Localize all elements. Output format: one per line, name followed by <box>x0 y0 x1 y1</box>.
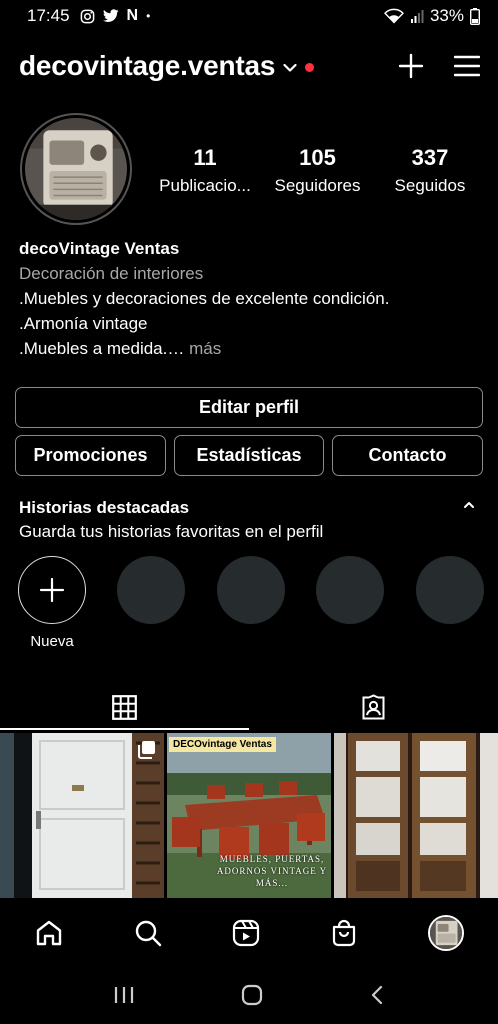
tagged-user-icon <box>362 693 385 719</box>
avatar <box>25 118 127 220</box>
profile-stats: 11 Publicacio... 105 Seguidores 337 Segu… <box>150 145 485 201</box>
header-actions <box>398 53 480 79</box>
highlights-title: Historias destacadas <box>19 498 190 517</box>
profile-category: Decoración de interiores <box>19 264 204 283</box>
recent-apps-icon[interactable] <box>113 985 135 1005</box>
shop-icon[interactable] <box>329 918 359 948</box>
system-navigation-bar <box>0 966 498 1024</box>
notification-dot <box>305 63 315 72</box>
bio-line: .Armonía vintage <box>19 314 148 333</box>
avatar <box>429 917 462 949</box>
profile-header: decovintage.ventas <box>0 38 498 94</box>
create-plus-icon[interactable] <box>398 53 424 79</box>
highlight-placeholder <box>316 556 384 624</box>
active-tab-indicator <box>0 728 249 730</box>
tab-tagged[interactable] <box>249 684 498 730</box>
home-button-icon[interactable] <box>241 984 263 1006</box>
battery-icon <box>470 7 480 25</box>
status-bar: 17:45 N • 33% <box>0 0 498 32</box>
contact-button[interactable]: Contacto <box>332 435 483 476</box>
wifi-icon <box>383 8 404 24</box>
stat-value: 11 <box>193 145 217 170</box>
chevron-down-icon[interactable] <box>283 63 297 73</box>
bio-more-link[interactable]: más <box>189 339 221 358</box>
status-time: 17:45 <box>27 6 70 25</box>
post-thumbnail-doors[interactable] <box>334 733 498 898</box>
stat-posts[interactable]: 11 Publicacio... <box>150 145 260 201</box>
posts-grid: DECOvintage Ventas MUEBLES, PUERTAS, ADO… <box>0 733 498 898</box>
display-name: decoVintage Ventas <box>19 239 180 258</box>
post-caption-label: MUEBLES, PUERTAS, ADORNOS VINTAGE Y MÁS.… <box>216 854 328 888</box>
stat-label: Publicacio... <box>159 176 251 195</box>
grid-icon <box>112 694 137 720</box>
instagram-icon <box>80 9 94 23</box>
chevron-up-icon[interactable] <box>462 500 476 510</box>
signal-icon <box>410 10 424 23</box>
statistics-button[interactable]: Estadísticas <box>174 435 324 476</box>
battery-percent: 33% <box>429 6 464 25</box>
carousel-icon <box>138 741 155 759</box>
highlight-placeholder <box>117 556 185 624</box>
menu-icon[interactable] <box>454 55 480 77</box>
profile-bio: decoVintage Ventas Decoración de interio… <box>19 236 479 361</box>
promotions-button[interactable]: Promociones <box>15 435 166 476</box>
profile-avatar-ring[interactable] <box>20 113 132 225</box>
reels-icon[interactable] <box>231 918 261 948</box>
bio-line: .Muebles y decoraciones de excelente con… <box>19 289 390 308</box>
highlight-placeholder <box>217 556 285 624</box>
bio-line: .Muebles a medida.… <box>19 339 185 358</box>
avatar-vintage-radio-photo <box>25 118 127 220</box>
twitter-icon <box>102 9 119 23</box>
back-icon[interactable] <box>369 984 385 1006</box>
post-image <box>334 733 498 898</box>
search-icon[interactable] <box>133 918 163 948</box>
stat-value: 105 <box>299 145 336 170</box>
highlight-placeholder <box>416 556 484 624</box>
plus-icon <box>39 577 65 603</box>
stat-label: Seguidores <box>274 176 361 195</box>
highlights-subtitle: Guarda tus historias favoritas en el per… <box>19 522 324 541</box>
home-icon[interactable] <box>34 918 64 948</box>
new-highlight-label: Nueva <box>30 633 74 650</box>
bottom-navigation <box>0 900 498 966</box>
post-thumbnail-garden-furniture[interactable]: DECOvintage Ventas MUEBLES, PUERTAS, ADO… <box>167 733 331 898</box>
netflix-icon: N <box>126 7 139 24</box>
stat-label: Seguidos <box>394 176 466 195</box>
more-notifications-dot-icon: • <box>146 9 151 23</box>
status-notification-icons: N • <box>80 7 151 25</box>
stat-value: 337 <box>411 145 449 170</box>
status-right: 33% <box>383 6 480 26</box>
stat-following[interactable]: 337 Seguidos <box>375 145 485 201</box>
new-highlight-button[interactable] <box>18 556 86 624</box>
edit-profile-button[interactable]: Editar perfil <box>15 387 483 428</box>
profile-tab-avatar[interactable] <box>427 915 464 951</box>
stat-followers[interactable]: 105 Seguidores <box>263 145 373 201</box>
post-banner-label: DECOvintage Ventas <box>169 737 276 752</box>
post-thumbnail-door[interactable] <box>0 733 164 898</box>
tab-posts-grid[interactable] <box>0 684 249 730</box>
account-switcher-username[interactable]: decovintage.ventas <box>19 50 275 82</box>
